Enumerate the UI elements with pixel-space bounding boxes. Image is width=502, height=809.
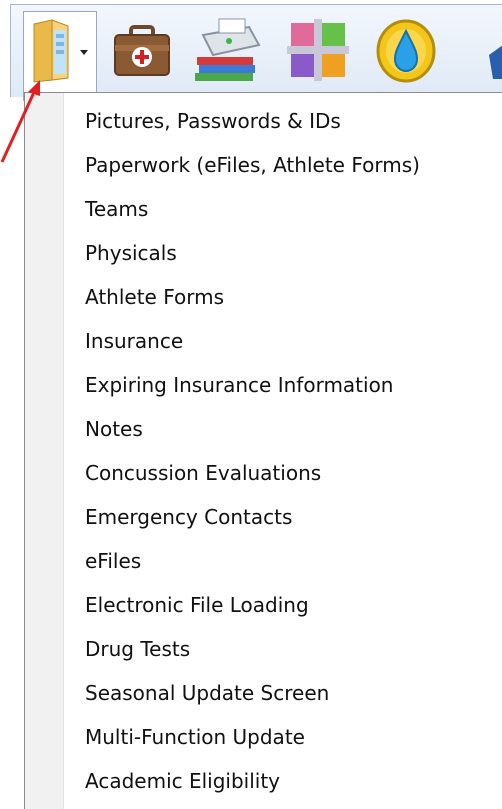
menu-item-drug-tests[interactable]: Drug Tests bbox=[85, 632, 190, 666]
partial-toolbar-button[interactable] bbox=[457, 11, 502, 91]
partial-icon bbox=[489, 45, 502, 79]
menu-item-athlete-forms[interactable]: Athlete Forms bbox=[85, 280, 224, 314]
menu-item-physicals[interactable]: Physicals bbox=[85, 236, 177, 270]
menu-icon-gutter bbox=[25, 93, 64, 809]
chevron-down-icon[interactable] bbox=[80, 50, 88, 55]
menu-item-paperwork[interactable]: Paperwork (eFiles, Athlete Forms) bbox=[85, 148, 420, 182]
menu-item-insurance[interactable]: Insurance bbox=[85, 324, 183, 358]
menu-item-notes[interactable]: Notes bbox=[85, 412, 143, 446]
print-records-button[interactable] bbox=[189, 11, 269, 91]
menu-item-multi-function-update[interactable]: Multi-Function Update bbox=[85, 720, 305, 754]
menu-item-pictures-passwords-ids[interactable]: Pictures, Passwords & IDs bbox=[85, 104, 341, 138]
menu-item-emergency-contacts[interactable]: Emergency Contacts bbox=[85, 500, 292, 534]
annotation-arrow-icon bbox=[0, 80, 40, 163]
medical-kit-button[interactable] bbox=[107, 11, 177, 91]
dropdown-menu: Pictures, Passwords & IDs Paperwork (eFi… bbox=[24, 92, 502, 809]
printer-books-icon bbox=[195, 18, 261, 81]
water-drop-button[interactable] bbox=[367, 11, 447, 91]
menu-item-teams[interactable]: Teams bbox=[85, 192, 148, 226]
menu-item-seasonal-update-screen[interactable]: Seasonal Update Screen bbox=[85, 676, 329, 710]
grid-tool-button[interactable] bbox=[279, 11, 357, 91]
water-drop-coin-icon bbox=[376, 19, 436, 83]
medical-briefcase-icon bbox=[114, 25, 170, 76]
menu-item-concussion-evaluations[interactable]: Concussion Evaluations bbox=[85, 456, 321, 490]
colorful-grid-icon bbox=[287, 19, 349, 81]
menu-item-electronic-file-loading[interactable]: Electronic File Loading bbox=[85, 588, 309, 622]
menu-item-academic-eligibility[interactable]: Academic Eligibility bbox=[85, 764, 280, 798]
toolbar bbox=[10, 4, 502, 101]
menu-item-efiles[interactable]: eFiles bbox=[85, 544, 141, 578]
menu-item-expiring-insurance[interactable]: Expiring Insurance Information bbox=[85, 368, 394, 402]
